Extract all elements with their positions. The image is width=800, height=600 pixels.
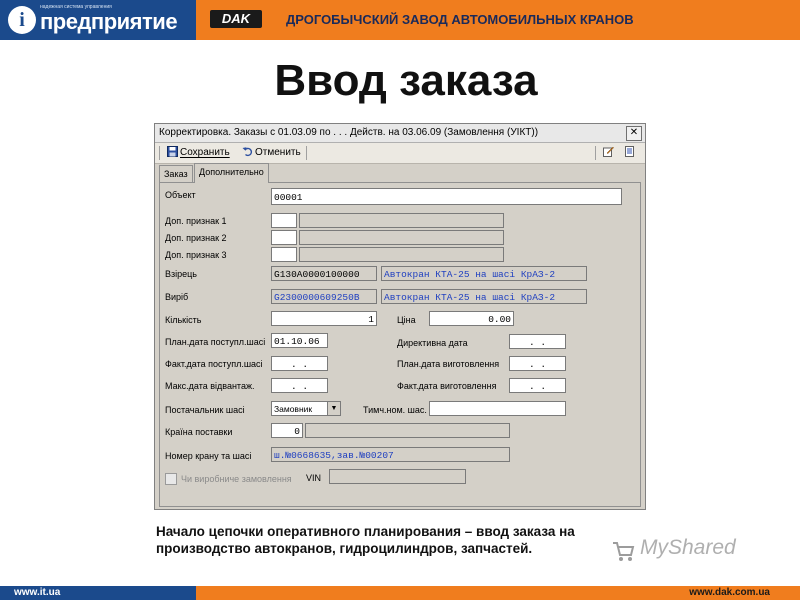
plan-make-label: План.дата виготовлення (397, 359, 500, 369)
country-name-field (305, 423, 510, 438)
price-label: Ціна (397, 315, 416, 325)
plan-make-field[interactable]: . . (509, 356, 566, 371)
footer-right-url[interactable]: www.dak.com.ua (689, 587, 770, 598)
attr3-label: Доп. признак 3 (165, 250, 227, 260)
save-button[interactable]: Сохранить (167, 145, 230, 161)
toolbar-grip (159, 146, 160, 160)
max-ship-label: Макс.дата відвантаж. (165, 381, 255, 391)
fact-receipt-field[interactable]: . . (271, 356, 328, 371)
toolbar: Сохранить Отменить (155, 143, 645, 164)
qty-label: Кількість (165, 315, 202, 325)
shopping-cart-icon (613, 542, 635, 561)
object-field[interactable]: 00001 (271, 188, 622, 205)
document-button[interactable] (624, 145, 637, 161)
attr1-code-field[interactable] (271, 213, 297, 228)
attr3-name-field (299, 247, 504, 262)
directive-date-label: Директивна дата (397, 338, 468, 348)
producer-order-checkbox[interactable] (165, 473, 177, 485)
plan-receipt-label: План.дата поступл.шасі (165, 337, 266, 347)
window-title: Корректировка. Заказы с 01.03.09 по . . … (159, 127, 539, 138)
slide-caption: Начало цепочки оперативного планирования… (156, 523, 575, 557)
toolbar-separator-right (595, 146, 596, 160)
supplier-label: Постачальник шасі (165, 405, 245, 415)
temp-no-field[interactable] (429, 401, 566, 416)
directive-date-field[interactable]: . . (509, 334, 566, 349)
country-label: Країна поставки (165, 427, 233, 437)
watermark-text: MyShared (640, 536, 736, 559)
save-label: Сохранить (180, 147, 230, 158)
fact-receipt-label: Факт.дата поступл.шасі (165, 359, 263, 369)
vin-label: VIN (306, 473, 322, 483)
caption-line-2: производство автокранов, гидроцилиндров,… (156, 541, 533, 556)
caption-line-1: Начало цепочки оперативного планирования… (156, 524, 575, 539)
crane-no-label: Номер крану та шасі (165, 451, 252, 461)
supplier-value: Замовник (274, 404, 313, 414)
fact-make-field[interactable]: . . (509, 378, 566, 393)
dak-logo: DAK (210, 10, 262, 28)
sample-label: Взірець (165, 269, 197, 279)
attr2-name-field (299, 230, 504, 245)
toolbar-separator (306, 146, 307, 160)
product-label: Виріб (165, 292, 189, 302)
logo-block: i надежная система управления предприяти… (0, 0, 196, 40)
product-name-field: Автокран КТА-25 на шасі КрАЗ-2 (381, 289, 587, 304)
header-band: i надежная система управления предприяти… (0, 0, 800, 40)
logo-i-icon: i (8, 6, 36, 34)
qty-field[interactable]: 1 (271, 311, 377, 326)
country-code-field[interactable]: 0 (271, 423, 303, 438)
cancel-label: Отменить (255, 147, 301, 158)
vin-field (329, 469, 466, 484)
attr1-label: Доп. признак 1 (165, 216, 227, 226)
chevron-down-icon[interactable]: ▼ (327, 402, 340, 415)
tab-additional[interactable]: Дополнительно (194, 163, 269, 183)
window-titlebar[interactable]: Корректировка. Заказы с 01.03.09 по . . … (155, 124, 645, 143)
attr1-name-field (299, 213, 504, 228)
edit-note-icon (603, 146, 614, 157)
footer-left-block: www.it.ua (0, 586, 196, 600)
cancel-button[interactable]: Отменить (242, 145, 301, 161)
undo-icon (242, 147, 253, 157)
fact-make-label: Факт.дата виготовлення (397, 381, 497, 391)
slide-title: Ввод заказа (274, 56, 538, 105)
tab-order[interactable]: Заказ (159, 165, 193, 182)
close-button[interactable]: ✕ (626, 126, 642, 141)
product-code-field[interactable]: G2300000609250B (271, 289, 377, 304)
attr2-label: Доп. признак 2 (165, 233, 227, 243)
logo-text: предприятие (40, 9, 178, 34)
price-field[interactable]: 0.00 (429, 311, 514, 326)
footer-left-url[interactable]: www.it.ua (14, 587, 60, 598)
crane-no-field[interactable]: ш.№0668635,зав.№00207 (271, 447, 510, 462)
supplier-select[interactable]: Замовник ▼ (271, 401, 341, 416)
plan-receipt-field[interactable]: 01.10.06 (271, 333, 328, 348)
edit-note-button[interactable] (603, 145, 616, 161)
max-ship-field[interactable]: . . (271, 378, 328, 393)
attr3-code-field[interactable] (271, 247, 297, 262)
form-panel: Объект 00001 Доп. признак 1 Доп. признак… (159, 182, 641, 507)
producer-order-label: Чи виробниче замовлення (181, 474, 292, 484)
sample-code-field[interactable]: G130A0000100000 (271, 266, 377, 281)
floppy-disk-icon (167, 146, 178, 157)
document-icon (625, 146, 634, 157)
temp-no-label: Тимч.ном. шас. (363, 405, 427, 415)
object-label: Объект (165, 190, 196, 200)
attr2-code-field[interactable] (271, 230, 297, 245)
sample-name-field: Автокран КТА-25 на шасі КрАЗ-2 (381, 266, 587, 281)
order-window: Корректировка. Заказы с 01.03.09 по . . … (154, 123, 646, 510)
footer-band: www.it.ua www.dak.com.ua (0, 586, 800, 600)
header-title: ДРОГОБЫЧСКИЙ ЗАВОД АВТОМОБИЛЬНЫХ КРАНОВ (286, 12, 634, 27)
